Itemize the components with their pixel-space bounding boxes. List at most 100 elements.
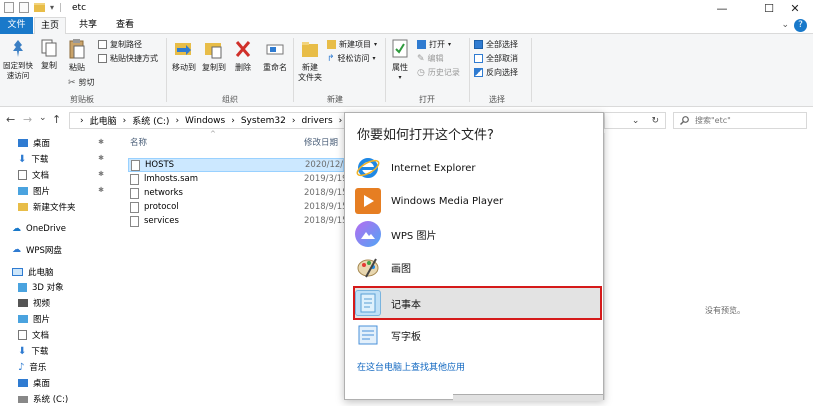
nav-item-documents[interactable]: 文档	[18, 328, 49, 342]
properties-icon	[392, 39, 408, 58]
new-item-button[interactable]: 新建项目 ▾	[327, 39, 377, 50]
minimize-button[interactable]: —	[704, 0, 740, 17]
history-button[interactable]: ◷ 历史记录	[417, 67, 460, 78]
new-folder-button[interactable]: 新建 文件夹	[296, 38, 324, 83]
nav-item-system-c[interactable]: 系统 (C:)	[18, 392, 68, 406]
file-row-selected[interactable]: HOSTS 2020/12/	[128, 158, 344, 172]
forward-button[interactable]: →	[23, 113, 32, 126]
copy-to-icon	[205, 43, 222, 59]
address-dropdown-button[interactable]: ⌄	[632, 116, 640, 126]
more-apps-link[interactable]: 在这台电脑上查找其他应用	[357, 360, 465, 373]
address-box[interactable]: › 此电脑 › 系统 (C:) › Windows › System32 › d…	[69, 112, 345, 129]
paste-shortcut-button[interactable]: 粘贴快捷方式	[98, 53, 158, 64]
app-option-wordpad[interactable]: 写字板	[355, 320, 600, 350]
app-option-wps-pictures[interactable]: WPS 图片	[355, 219, 600, 249]
nav-item-pictures[interactable]: 图片	[18, 312, 50, 326]
clipboard-group-label: 剪贴板	[70, 95, 94, 104]
properties-quick-icon[interactable]	[19, 2, 29, 13]
column-header-date[interactable]: 修改日期	[304, 136, 338, 148]
ie-icon	[355, 155, 381, 181]
edit-button[interactable]: ✎ 编辑	[417, 53, 444, 64]
cut-button[interactable]: ✂ 剪切	[68, 77, 95, 88]
copy-button[interactable]: 复制	[38, 38, 60, 71]
copy-path-button[interactable]: 复制路径	[98, 39, 142, 50]
nav-item-videos[interactable]: 视频	[18, 296, 50, 310]
app-option-windows-media-player[interactable]: Windows Media Player	[355, 186, 600, 216]
drive-icon	[18, 395, 28, 403]
new-folder-icon	[302, 42, 318, 57]
breadcrumb-system32[interactable]: System32	[241, 116, 286, 126]
easy-access-button[interactable]: ↱ 轻松访问 ▾	[327, 53, 376, 64]
open-group-label: 打开	[419, 95, 435, 104]
nav-item-downloads[interactable]: ⬇ 下载	[18, 344, 48, 358]
download-icon: ⬇	[18, 345, 27, 357]
breadcrumb-system-c[interactable]: 系统 (C:)	[132, 114, 169, 127]
app-option-paint[interactable]: 画图	[355, 252, 600, 282]
move-to-button[interactable]: 移动到	[170, 38, 198, 73]
breadcrumb-this-pc[interactable]: 此电脑	[90, 114, 117, 127]
search-input[interactable]: 搜索"etc"	[673, 112, 807, 129]
new-folder-quick-icon[interactable]	[34, 3, 45, 12]
desktop-icon	[18, 139, 28, 147]
tab-home[interactable]: 主页	[34, 17, 66, 35]
back-button[interactable]: ←	[6, 113, 15, 126]
nav-item-music[interactable]: ♪ 音乐	[18, 360, 46, 374]
breadcrumb-windows[interactable]: Windows	[185, 116, 225, 126]
column-header-name[interactable]: 名称	[130, 136, 147, 148]
invert-selection-button[interactable]: 反向选择	[474, 67, 518, 78]
select-none-button[interactable]: 全部取消	[474, 53, 518, 64]
breadcrumb-drivers[interactable]: drivers	[301, 116, 332, 126]
ribbon-separator	[166, 38, 167, 102]
delete-icon	[235, 41, 251, 57]
toolbar-divider: |	[59, 2, 63, 13]
close-button[interactable]: ✕	[777, 0, 813, 17]
file-row[interactable]: protocol 2018/9/15	[128, 200, 348, 214]
ribbon-expand-icon[interactable]: ⌄	[781, 20, 789, 30]
nav-item-desktop[interactable]: 桌面	[18, 376, 50, 390]
refresh-button[interactable]: ↻	[651, 116, 659, 126]
highlight-box	[353, 286, 602, 320]
window-title: etc	[72, 3, 87, 13]
nav-item-this-pc[interactable]: 此电脑	[12, 265, 54, 279]
pin-icon	[13, 40, 23, 57]
file-row[interactable]: networks 2018/9/15	[128, 186, 348, 200]
rename-icon	[266, 44, 284, 55]
nav-item-3d-objects[interactable]: 3D 对象	[18, 280, 64, 294]
pin-quick-access-button[interactable]: 固定到快 速访问	[2, 38, 34, 81]
nav-item-documents-pinned[interactable]: 文档	[18, 168, 49, 182]
recent-locations-button[interactable]: ⌄	[39, 113, 47, 123]
app-option-notepad[interactable]: 记事本	[353, 286, 602, 320]
file-row[interactable]: lmhosts.sam 2019/3/19	[128, 172, 348, 186]
delete-button[interactable]: 删除	[232, 38, 254, 73]
help-icon[interactable]: ?	[794, 19, 807, 32]
navigation-pane: 桌面 ✱ ⬇ 下载 ✱ 文档 ✱ 图片 ✱ 新建文件夹 ☁ OneDrive ☁ WP…	[0, 133, 112, 405]
breadcrumb-sep: ›	[338, 115, 343, 126]
rename-button[interactable]: 重命名	[259, 38, 291, 73]
pinned-icon: ✱	[98, 154, 104, 162]
properties-button[interactable]: 属性 ▾	[389, 38, 411, 83]
nav-item-new-folder[interactable]: 新建文件夹	[18, 200, 76, 214]
nav-item-desktop-pinned[interactable]: 桌面	[18, 136, 50, 150]
tab-share[interactable]: 共享	[72, 17, 104, 34]
nav-item-wps-drive[interactable]: ☁ WPS网盘	[12, 243, 62, 257]
ribbon-separator	[385, 38, 386, 102]
folder-icon	[18, 203, 28, 211]
select-all-button[interactable]: 全部选择	[474, 39, 518, 50]
copy-to-button[interactable]: 复制到	[200, 38, 228, 73]
search-icon	[680, 116, 689, 125]
select-group-label: 选择	[489, 95, 505, 104]
nav-item-downloads-pinned[interactable]: ⬇ 下载	[18, 152, 48, 166]
nav-item-onedrive[interactable]: ☁ OneDrive	[12, 222, 66, 236]
dropdown-arrow-icon: ▾	[448, 41, 452, 48]
open-button[interactable]: 打开 ▾	[417, 39, 451, 50]
file-row[interactable]: services 2018/9/15	[128, 214, 348, 228]
customize-toolbar-icon[interactable]: ▾	[50, 3, 54, 12]
nav-item-pictures-pinned[interactable]: 图片	[18, 184, 50, 198]
tab-file[interactable]: 文件	[0, 17, 33, 34]
paste-button[interactable]: 粘贴	[66, 38, 88, 73]
app-option-internet-explorer[interactable]: Internet Explorer	[355, 153, 600, 183]
tab-view[interactable]: 查看	[109, 17, 141, 34]
up-button[interactable]: ↑	[52, 113, 61, 126]
cloud-icon: ☁	[12, 224, 21, 234]
preview-pane: 没有预览。	[604, 133, 813, 400]
